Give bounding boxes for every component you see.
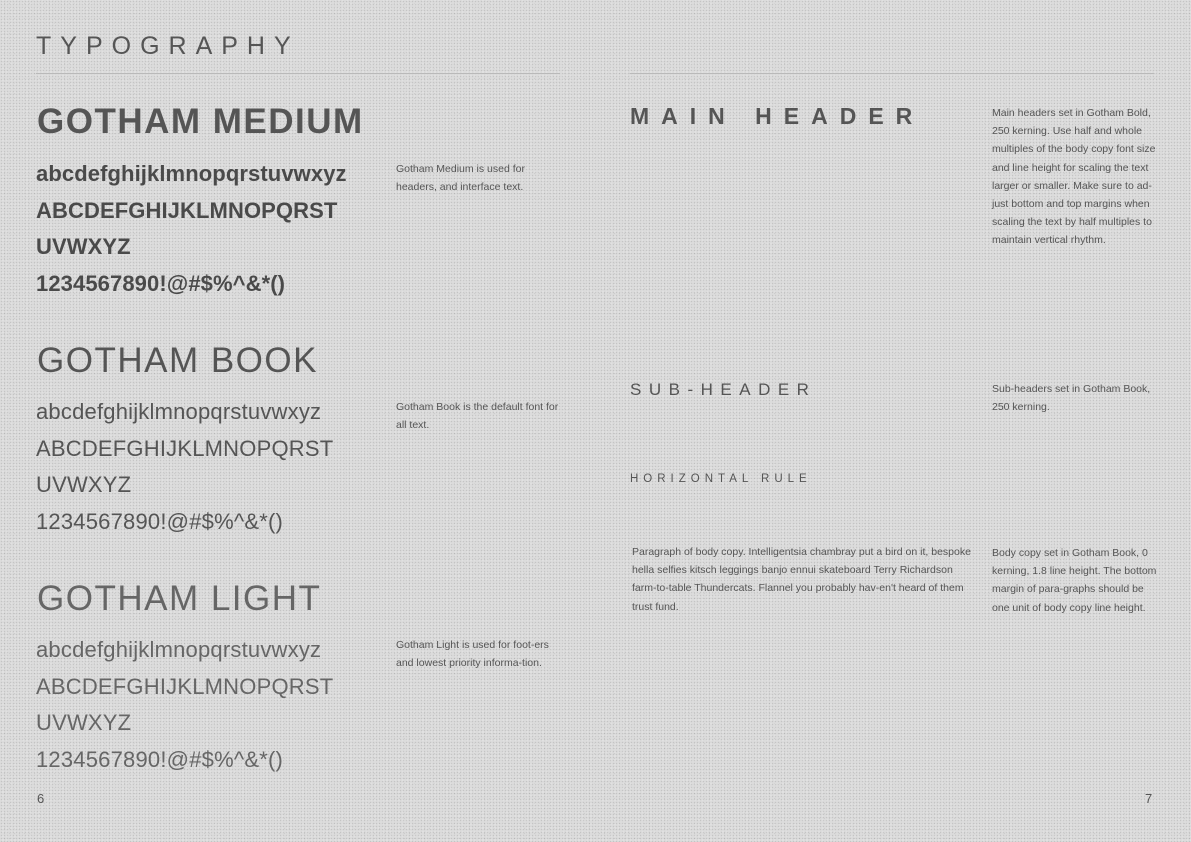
font-sample-light: abcdefghijklmnopqrstuvwxyz ABCDEFGHIJKLM… — [36, 632, 386, 778]
font-name-light: GOTHAM LIGHT — [37, 579, 322, 618]
font-name-medium: GOTHAM MEDIUM — [37, 102, 364, 141]
horizontal-rule-right — [630, 73, 1154, 74]
font-sample-medium: abcdefghijklmnopqrstuvwxyz ABCDEFGHIJKLM… — [36, 156, 386, 302]
sample-uppercase: ABCDEFGHIJKLMNOPQRST — [36, 673, 334, 699]
page-title: TYPOGRAPHY — [36, 32, 300, 60]
body-copy-note: Body copy set in Gotham Book, 0 kerning,… — [992, 547, 1157, 614]
main-header-note: Main headers set in Gotham Bold, 250 ker… — [992, 107, 1156, 247]
font-sample-book: abcdefghijklmnopqrstuvwxyz ABCDEFGHIJKLM… — [36, 394, 386, 540]
horizontal-rule-label: HORIZONTAL RULE — [630, 473, 812, 485]
sample-uppercase: ABCDEFGHIJKLMNOPQRST — [36, 197, 338, 223]
sample-uppercase-end: UVWXYZ — [36, 234, 131, 259]
font-note-medium: Gotham Medium is used for headers, and i… — [396, 163, 525, 194]
font-note-light: Gotham Light is used for foot-ers and lo… — [396, 639, 549, 670]
horizontal-rule-left — [36, 73, 559, 74]
sample-numbers-symbols: 1234567890!@#$%^&*() — [36, 270, 286, 296]
sample-lowercase: abcdefghijklmnopqrstuvwxyz — [36, 637, 322, 662]
page-number-left: 6 — [37, 791, 45, 806]
sub-header-note: Sub-headers set in Gotham Book, 250 kern… — [992, 383, 1151, 414]
sample-uppercase-end: UVWXYZ — [36, 710, 132, 735]
font-name-book: GOTHAM BOOK — [37, 341, 318, 380]
sub-header-sample: SUB-HEADER — [630, 380, 817, 399]
sample-lowercase: abcdefghijklmnopqrstuvwxyz — [36, 161, 347, 186]
page-number-right: 7 — [1145, 791, 1153, 806]
sample-numbers-symbols: 1234567890!@#$%^&*() — [36, 746, 284, 772]
main-header-sample: MAIN HEADER — [630, 103, 925, 129]
sample-numbers-symbols: 1234567890!@#$%^&*() — [36, 508, 284, 534]
sample-uppercase-end: UVWXYZ — [36, 472, 132, 497]
sample-lowercase: abcdefghijklmnopqrstuvwxyz — [36, 399, 322, 424]
body-copy-paragraph: Paragraph of body copy. Intelligentsia c… — [632, 546, 971, 613]
font-note-book: Gotham Book is the default font for all … — [396, 401, 559, 432]
sample-uppercase: ABCDEFGHIJKLMNOPQRST — [36, 435, 334, 461]
